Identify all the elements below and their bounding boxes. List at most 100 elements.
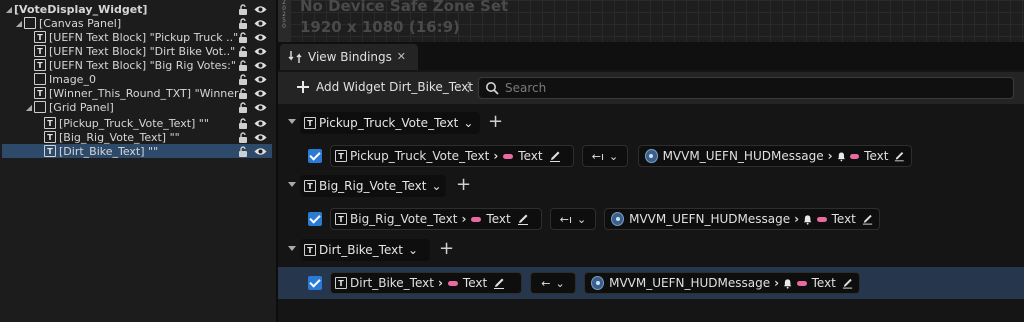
tree-item-label: [Canvas Panel]	[39, 16, 122, 30]
viewmodel-name: MVVM_UEFN_HUDMessage	[609, 276, 771, 290]
add-widget-button[interactable]: Add Widget Dirt_Bike_Text	[296, 80, 473, 94]
text-block-icon: T	[335, 213, 347, 225]
widget-property-field[interactable]: T Dirt_Bike_Text › Text	[330, 272, 522, 294]
widget-property-field[interactable]: T Pickup_Truck_Vote_Text › Text	[330, 145, 574, 167]
add-binding-icon[interactable]: +	[456, 175, 471, 195]
edit-pencil-icon[interactable]	[862, 213, 873, 225]
eye-icon[interactable]	[254, 47, 267, 56]
text-block-icon: T	[44, 145, 56, 157]
image-icon	[34, 73, 46, 85]
edit-pencil-icon[interactable]	[894, 150, 905, 162]
tree-item-root[interactable]: ◢ [VoteDisplay_Widget]	[4, 2, 148, 16]
tree-item-text-block-big-rig[interactable]: T [UEFN Text Block] "Big Rig Votes:"	[34, 58, 236, 72]
collapse-arrow-icon[interactable]	[288, 119, 296, 124]
lock-icon[interactable]	[238, 17, 248, 29]
chevron-down-icon: ⌄	[431, 179, 442, 193]
eye-icon[interactable]	[254, 5, 267, 14]
chevron-down-icon: ⌄	[407, 243, 419, 257]
widget-selector[interactable]: T Big_Rig_Vote_Text ⌄	[300, 175, 446, 197]
chevron-down-icon: ⌄	[463, 116, 474, 130]
tree-item-pickup-truck-vote-text[interactable]: T [Pickup_Truck_Vote_Text] ""	[44, 116, 209, 130]
eye-icon[interactable]	[254, 75, 267, 84]
eye-icon[interactable]	[254, 19, 267, 28]
binding-row[interactable]: T Pickup_Truck_Vote_Text › Text ←ı ⌄ MVV…	[278, 140, 1024, 172]
eye-icon[interactable]	[254, 119, 267, 128]
tree-item-label: [VoteDisplay_Widget]	[14, 2, 148, 16]
lock-icon[interactable]	[238, 117, 248, 129]
viewmodel-property-field[interactable]: MVVM_UEFN_HUDMessage › Text	[584, 272, 860, 294]
tree-item-grid-panel[interactable]: ◢ [Grid Panel]	[24, 100, 114, 114]
binding-mode-icon: ←	[541, 276, 551, 290]
eye-icon[interactable]	[254, 33, 267, 42]
viewmodel-property-field[interactable]: MVVM_UEFN_HUDMessage › Text	[638, 145, 912, 167]
eye-icon[interactable]	[254, 133, 267, 142]
lock-icon[interactable]	[238, 131, 248, 143]
tree-item-label: [UEFN Text Block] "Dirt Bike Vot.."	[49, 44, 236, 58]
tree-item-canvas-panel[interactable]: ◢ [Canvas Panel]	[14, 16, 121, 30]
chevron-right-icon: ›	[461, 212, 467, 226]
widget-name: Big_Rig_Vote_Text	[319, 179, 427, 193]
binding-group-header: T Big_Rig_Vote_Text ⌄ +	[278, 171, 1024, 202]
eye-icon[interactable]	[254, 89, 267, 98]
lock-icon[interactable]	[238, 59, 248, 71]
property-type-icon	[447, 280, 458, 286]
tree-item-text-block-dirt-bike[interactable]: T [UEFN Text Block] "Dirt Bike Vot.."	[34, 44, 235, 58]
collapse-arrow-icon[interactable]	[288, 246, 296, 251]
eye-icon[interactable]	[254, 61, 267, 70]
close-icon[interactable]: ✕	[397, 50, 406, 63]
collapse-arrow-icon[interactable]	[288, 182, 296, 187]
text-block-icon: T	[44, 131, 56, 143]
lock-icon[interactable]	[238, 45, 248, 57]
expand-arrow-icon[interactable]: ◢	[24, 103, 34, 112]
tree-item-big-rig-vote-text[interactable]: T [Big_Rig_Vote_Text] ""	[44, 130, 180, 144]
tree-item-image[interactable]: Image_0	[34, 72, 96, 86]
binding-row-selected[interactable]: T Dirt_Bike_Text › Text ← ⌄ MVVM_UEFN_HU…	[278, 267, 1024, 299]
widget-selector[interactable]: T Pickup_Truck_Vote_Text ⌄	[300, 112, 480, 134]
lock-icon[interactable]	[238, 73, 248, 85]
binding-mode-dropdown[interactable]: ←ı ⌄	[582, 145, 628, 167]
binding-enabled-checkbox[interactable]	[308, 276, 322, 290]
property-name: Text	[864, 149, 889, 163]
chevron-down-icon: ⌄	[577, 212, 587, 226]
tree-item-text-block-pickup[interactable]: T [UEFN Text Block] "Pickup Truck .."	[34, 30, 238, 44]
eye-icon[interactable]	[254, 147, 267, 156]
edit-pencil-icon[interactable]	[549, 150, 561, 162]
text-block-icon: T	[304, 244, 316, 256]
viewmodel-name: MVVM_UEFN_HUDMessage	[629, 212, 791, 226]
viewmodel-property-field[interactable]: MVVM_UEFN_HUDMessage › Text	[604, 208, 880, 230]
property-name: Text	[831, 212, 856, 226]
widget-selector[interactable]: T Dirt_Bike_Text ⌄	[300, 239, 430, 261]
tree-item-label: [Grid Panel]	[49, 100, 114, 114]
bell-icon	[837, 152, 845, 161]
edit-pencil-icon[interactable]	[517, 213, 529, 225]
add-binding-icon[interactable]: +	[488, 112, 503, 132]
binding-row[interactable]: T Big_Rig_Vote_Text › Text ←ı ⌄ MVVM_UEF…	[278, 203, 1024, 235]
eye-icon[interactable]	[254, 103, 267, 112]
binding-mode-dropdown[interactable]: ← ⌄	[530, 272, 576, 294]
add-binding-icon[interactable]: +	[439, 239, 454, 259]
lock-icon[interactable]	[238, 101, 248, 113]
property-type-icon	[471, 216, 482, 222]
search-input[interactable]: Search	[478, 77, 1014, 99]
more-options-icon[interactable]: ⋮	[462, 80, 475, 95]
lock-icon[interactable]	[238, 87, 248, 99]
binding-enabled-checkbox[interactable]	[308, 212, 322, 226]
widget-property-field[interactable]: T Big_Rig_Vote_Text › Text	[330, 208, 542, 230]
tab-view-bindings[interactable]: View Bindings ✕	[280, 44, 418, 70]
text-block-icon: T	[304, 117, 316, 129]
lock-icon[interactable]	[238, 31, 248, 43]
binding-enabled-checkbox[interactable]	[308, 149, 322, 163]
tree-item-dirt-bike-text[interactable]: T [Dirt_Bike_Text] ""	[2, 144, 272, 158]
edit-pencil-icon[interactable]	[493, 277, 505, 289]
text-block-icon: T	[34, 87, 46, 99]
lock-icon[interactable]	[238, 3, 248, 15]
chevron-right-icon: ›	[437, 276, 443, 290]
expand-arrow-icon[interactable]: ◢	[4, 5, 14, 14]
designer-viewport: 2 0 2 5 0 No Device Safe Zone Set 1920 x…	[278, 0, 1024, 42]
expand-arrow-icon[interactable]: ◢	[14, 19, 24, 28]
tree-item-winner-text[interactable]: T [Winner_This_Round_TXT] "Winner Th	[34, 86, 240, 100]
plus-icon	[297, 81, 309, 93]
lock-icon[interactable]	[238, 145, 248, 157]
binding-mode-dropdown[interactable]: ←ı ⌄	[550, 208, 596, 230]
edit-pencil-icon[interactable]	[842, 277, 853, 289]
